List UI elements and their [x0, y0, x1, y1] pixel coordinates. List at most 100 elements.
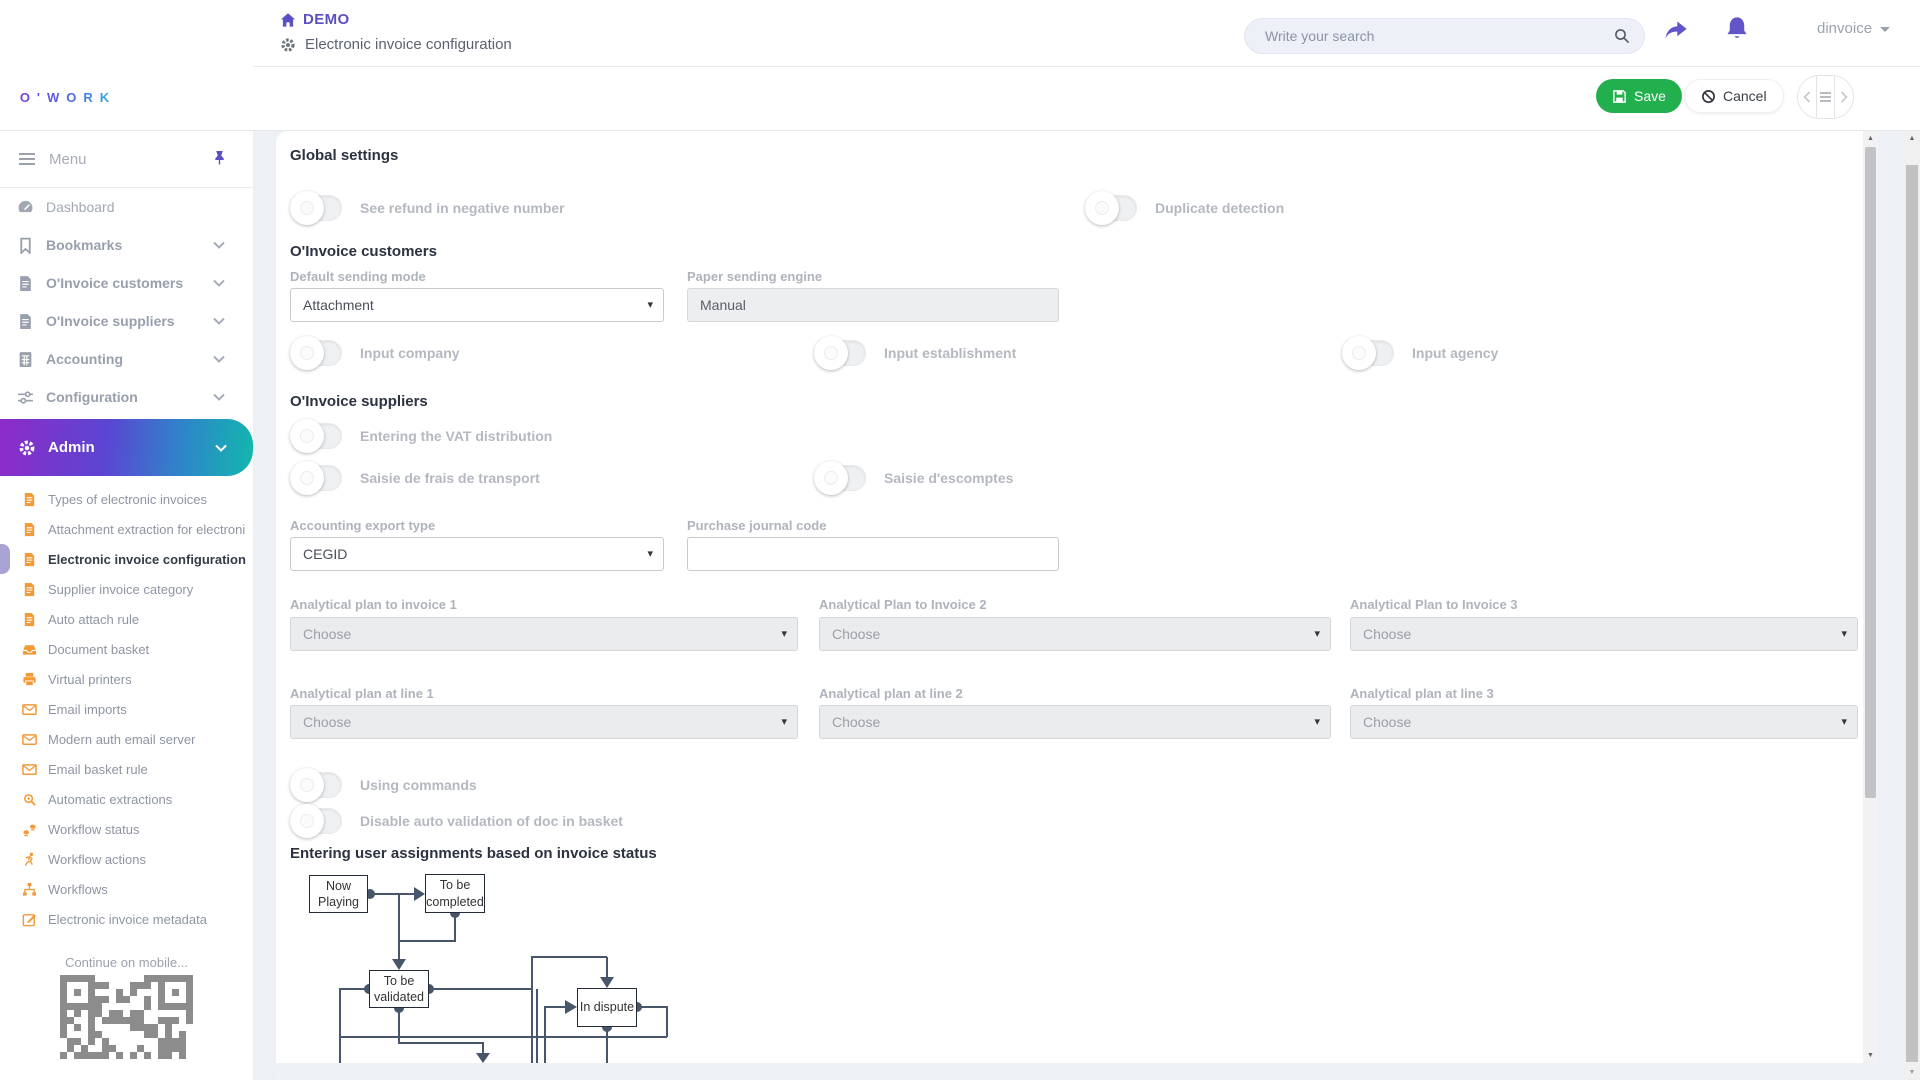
chevron-right-icon	[1840, 91, 1848, 103]
transport-fees-toggle[interactable]	[292, 465, 342, 491]
submenu-item-modern-auth-email-server[interactable]: Modern auth email server	[0, 724, 253, 754]
printer-icon	[22, 672, 37, 687]
analytical-plan-line-2-select[interactable]: Choose ▾	[819, 705, 1331, 739]
field-label-analytical-plan-line-2: Analytical plan at line 2	[819, 686, 963, 701]
chevron-down-icon	[213, 317, 225, 325]
duplicate-detection-toggle[interactable]	[1087, 195, 1137, 221]
disable-auto-validation-toggle[interactable]	[292, 808, 342, 834]
toggle-label: Using commands	[360, 777, 477, 793]
gauge-icon	[17, 199, 34, 216]
header-divider-top	[253, 66, 1920, 67]
chevron-down-icon	[215, 444, 227, 452]
user-menu[interactable]: dinvoice	[1817, 20, 1890, 37]
pin-icon[interactable]	[212, 149, 227, 166]
default-sending-mode-select[interactable]: Attachment ▾	[290, 288, 664, 322]
input-agency-toggle[interactable]	[1344, 340, 1394, 366]
document-icon	[22, 582, 37, 597]
analytical-plan-invoice-3-select[interactable]: Choose ▾	[1350, 617, 1858, 651]
save-button[interactable]: Save	[1596, 79, 1682, 113]
workflow-node-now-playing[interactable]: Now Playing	[309, 875, 368, 913]
toggle-label: See refund in negative number	[360, 200, 565, 216]
caret-down-icon: ▾	[647, 298, 653, 311]
paper-sending-engine-input[interactable]	[687, 288, 1059, 322]
analytical-plan-line-3-select[interactable]: Choose ▾	[1350, 705, 1858, 739]
edit-icon	[22, 912, 37, 927]
scrollbar-thumb[interactable]	[1906, 165, 1918, 1062]
submenu-item-email-basket-rule[interactable]: Email basket rule	[0, 754, 253, 784]
cancel-button[interactable]: Cancel	[1684, 79, 1784, 113]
chevron-down-icon	[213, 355, 225, 363]
purchase-journal-code-input[interactable]	[687, 537, 1059, 571]
document-icon	[17, 275, 34, 292]
share-icon	[1663, 17, 1689, 41]
submenu-item-workflow-actions[interactable]: Workflow actions	[0, 844, 253, 874]
submenu-item-workflows[interactable]: Workflows	[0, 874, 253, 904]
submenu-item-document-basket[interactable]: Document basket	[0, 634, 253, 664]
chevron-left-icon	[1803, 91, 1811, 103]
vat-distribution-toggle[interactable]	[292, 423, 342, 449]
page-scrollbar[interactable]: ▲ ▼	[1904, 131, 1920, 1080]
breadcrumb-home[interactable]: DEMO	[280, 11, 350, 28]
save-label: Save	[1634, 88, 1666, 104]
pager-next-button[interactable]	[1835, 76, 1853, 118]
submenu-item-electronic-invoice-configuration[interactable]: Electronic invoice configuration	[0, 544, 253, 574]
workflow-node-to-be-validated[interactable]: To be validated	[369, 970, 429, 1008]
sidebar-item-dashboard[interactable]: Dashboard	[0, 188, 253, 226]
submenu-item-types-of-electronic-invoices[interactable]: Types of electronic invoices	[0, 484, 253, 514]
app-logo[interactable]: O'WORK	[12, 8, 124, 105]
sidebar-item-oinvoice-suppliers[interactable]: O'Invoice suppliers	[0, 302, 253, 340]
using-commands-toggle[interactable]	[292, 772, 342, 798]
user-name: dinvoice	[1817, 20, 1872, 37]
select-value: Attachment	[303, 297, 374, 313]
submenu-item-attachment-extraction[interactable]: Attachment extraction for electroni	[0, 514, 253, 544]
refund-negative-toggle[interactable]	[292, 195, 342, 221]
submenu-item-electronic-invoice-metadata[interactable]: Electronic invoice metadata	[0, 904, 253, 934]
sidebar-item-bookmarks[interactable]: Bookmarks	[0, 226, 253, 264]
accounting-export-type-select[interactable]: CEGID ▾	[290, 537, 664, 571]
discount-entry-toggle[interactable]	[816, 465, 866, 491]
input-company-toggle[interactable]	[292, 340, 342, 366]
submenu-item-email-imports[interactable]: Email imports	[0, 694, 253, 724]
document-icon	[17, 313, 34, 330]
hamburger-icon[interactable]	[18, 152, 36, 166]
submenu-item-virtual-printers[interactable]: Virtual printers	[0, 664, 253, 694]
document-icon	[22, 612, 37, 627]
gear-icon	[280, 37, 296, 53]
search-icon[interactable]	[1614, 28, 1630, 44]
scroll-up-icon[interactable]: ▲	[1904, 135, 1920, 142]
scroll-up-icon[interactable]: ▲	[1863, 135, 1878, 142]
submenu-item-workflow-status[interactable]: Workflow status	[0, 814, 253, 844]
content-scrollbar[interactable]: ▲ ▼	[1863, 131, 1878, 1063]
input-establishment-toggle[interactable]	[816, 340, 866, 366]
field-label-analytical-plan-line-3: Analytical plan at line 3	[1350, 686, 1494, 701]
calculator-icon	[17, 351, 34, 368]
runner-icon	[22, 852, 37, 867]
search-input[interactable]	[1245, 28, 1614, 44]
scroll-down-icon[interactable]: ▼	[1863, 1052, 1878, 1059]
analytical-plan-invoice-1-select[interactable]: Choose ▾	[290, 617, 798, 651]
sidebar-item-oinvoice-customers[interactable]: O'Invoice customers	[0, 264, 253, 302]
analytical-plan-invoice-2-select[interactable]: Choose ▾	[819, 617, 1331, 651]
sidebar-item-accounting[interactable]: Accounting	[0, 340, 253, 378]
sidebar-item-configuration[interactable]: Configuration	[0, 378, 253, 416]
toggle-label: Input agency	[1412, 345, 1498, 361]
pager-prev-button[interactable]	[1798, 76, 1816, 118]
analytical-plan-line-1-select[interactable]: Choose ▾	[290, 705, 798, 739]
admin-submenu: Types of electronic invoices Attachment …	[0, 484, 253, 934]
notifications-button[interactable]	[1724, 15, 1750, 42]
workflow-node-in-dispute[interactable]: In dispute	[577, 988, 637, 1027]
pager-list-button[interactable]	[1816, 76, 1836, 118]
sidebar-item-admin[interactable]: Admin	[0, 419, 253, 476]
submenu-item-supplier-invoice-category[interactable]: Supplier invoice category	[0, 574, 253, 604]
share-button[interactable]	[1663, 17, 1689, 41]
sitemap-icon	[22, 882, 37, 897]
scroll-down-icon[interactable]: ▼	[1904, 1069, 1920, 1076]
workflow-node-to-be-completed[interactable]: To be completed	[425, 874, 485, 913]
submenu-item-auto-attach-rule[interactable]: Auto attach rule	[0, 604, 253, 634]
header-divider-bottom	[0, 130, 1920, 131]
submenu-item-automatic-extractions[interactable]: Automatic extractions	[0, 784, 253, 814]
scrollbar-thumb[interactable]	[1865, 147, 1876, 798]
breadcrumb-home-label: DEMO	[303, 11, 350, 28]
toggle-label: Input company	[360, 345, 460, 361]
field-label-analytical-plan-line-1: Analytical plan at line 1	[290, 686, 434, 701]
